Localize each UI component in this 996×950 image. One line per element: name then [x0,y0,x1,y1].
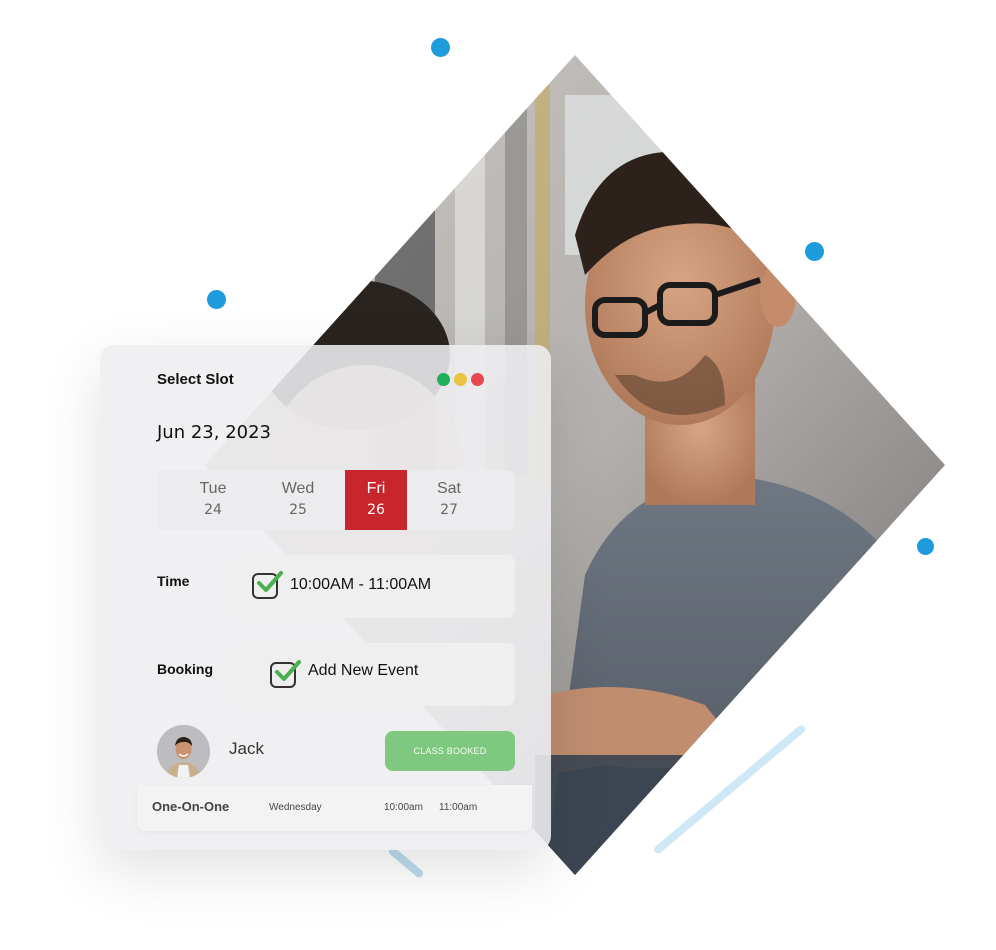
day-number: 24 [204,502,222,518]
session-row[interactable]: One-On-One Wednesday 10:00am 11:00am [137,785,532,831]
day-name: Tue [199,480,227,497]
window-controls [437,373,484,386]
session-start-time: 10:00am [384,802,423,813]
green-dot-icon[interactable] [437,373,450,386]
day-number: 27 [440,502,458,518]
yellow-dot-icon[interactable] [454,373,467,386]
selected-date: Jun 23, 2023 [157,422,272,443]
user-name: Jack [229,739,264,758]
session-day: Wednesday [269,802,322,813]
session-end-time: 11:00am [439,802,478,813]
session-type: One-On-One [152,799,230,814]
select-slot-card: Select Slot Jun 23, 2023 Tue 24 Wed 25 F… [100,345,551,850]
booking-field[interactable]: Add New Event [237,643,515,706]
time-slot-value: 10:00AM - 11:00AM [290,576,432,593]
day-name: Sat [436,480,461,497]
checkbox-checked-icon[interactable] [252,571,283,599]
avatar [157,725,210,778]
day-wed[interactable]: Wed 25 [267,470,329,530]
booking-value: Add New Event [308,662,419,679]
card-title: Select Slot [157,371,234,388]
time-label: Time [157,573,190,589]
day-picker: Tue 24 Wed 25 Fri 26 Sat 27 [157,470,515,530]
booking-label: Booking [157,661,213,677]
day-number: 26 [367,502,385,518]
decorative-dot [431,38,450,57]
day-number: 25 [289,502,307,518]
day-tue[interactable]: Tue 24 [182,470,244,530]
class-booked-button[interactable]: CLASS BOOKED [385,731,515,771]
red-dot-icon[interactable] [471,373,484,386]
decorative-dot [805,242,824,261]
day-sat[interactable]: Sat 27 [418,470,480,530]
checkbox-checked-icon[interactable] [270,660,301,688]
day-fri-selected[interactable]: Fri 26 [345,470,407,530]
day-name: Fri [366,480,386,497]
decorative-dot [917,538,934,555]
time-slot-field[interactable]: 10:00AM - 11:00AM [237,555,515,618]
decorative-dot [207,290,226,309]
decorative-line [387,845,425,880]
day-name: Wed [281,480,315,497]
